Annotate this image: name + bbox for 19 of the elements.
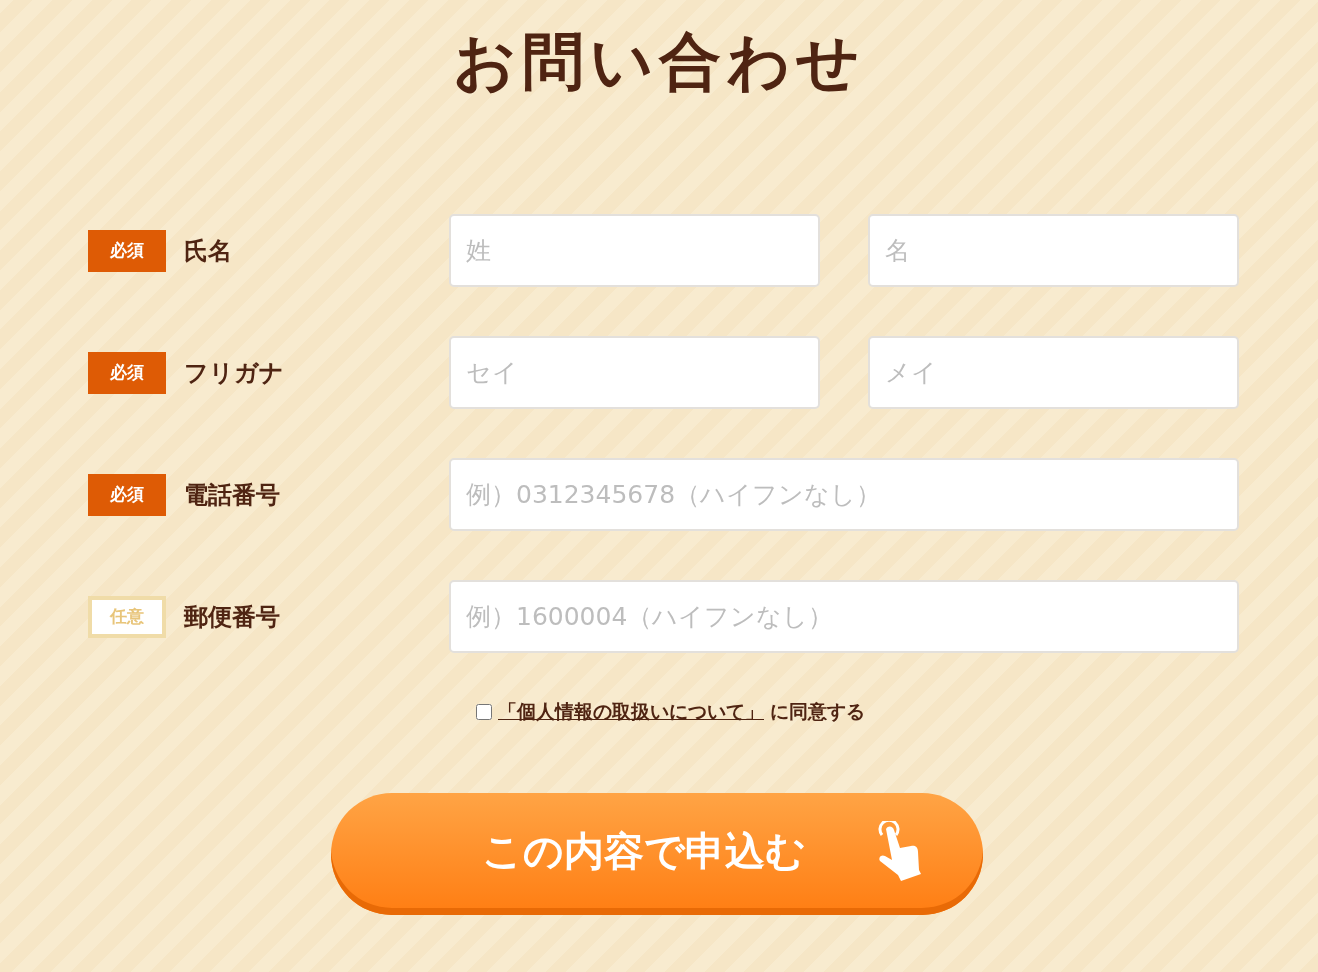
input-field[interactable]: セイ xyxy=(449,336,820,409)
privacy-link[interactable]: 「個人情報の取扱いについて」 xyxy=(498,699,764,725)
pointing-hand-icon xyxy=(876,821,922,881)
input-field[interactable]: 例）0312345678（ハイフンなし） xyxy=(449,458,1239,531)
page-title: お問い合わせ xyxy=(452,24,866,100)
required-badge: 必須 xyxy=(88,473,166,516)
field-label: フリガナ xyxy=(184,357,284,389)
field-label: 氏名 xyxy=(184,235,232,267)
input-field[interactable]: 名 xyxy=(868,214,1239,287)
input-field[interactable]: 例）1600004（ハイフンなし） xyxy=(449,580,1239,653)
optional-badge: 任意 xyxy=(88,595,166,638)
field-label: 郵便番号 xyxy=(184,601,280,633)
agree-checkbox[interactable] xyxy=(476,704,492,720)
field-label: 電話番号 xyxy=(184,479,280,511)
required-badge: 必須 xyxy=(88,229,166,272)
agree-text: に同意する xyxy=(770,699,865,724)
required-badge: 必須 xyxy=(88,351,166,394)
input-field[interactable]: 姓 xyxy=(449,214,820,287)
input-field[interactable]: メイ xyxy=(868,336,1239,409)
